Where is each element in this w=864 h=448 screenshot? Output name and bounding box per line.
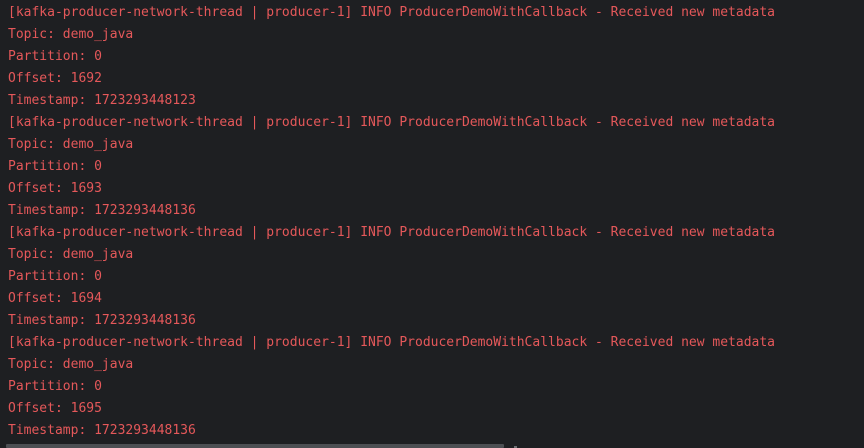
log-line-header: [kafka-producer-network-thread | produce… bbox=[8, 335, 776, 350]
log-line-timestamp: Timestamp: 1723293448136 bbox=[8, 203, 196, 218]
log-line-timestamp: Timestamp: 1723293448136 bbox=[8, 423, 196, 438]
log-line-topic: Topic: demo_java bbox=[8, 357, 134, 372]
log-line-offset: Offset: 1694 bbox=[8, 291, 102, 306]
horizontal-scrollbar[interactable] bbox=[6, 444, 504, 448]
log-line-partition: Partition: 0 bbox=[8, 159, 102, 174]
log-line-offset: Offset: 1692 bbox=[8, 71, 102, 86]
log-line-topic: Topic: demo_java bbox=[8, 247, 134, 262]
log-line-offset: Offset: 1693 bbox=[8, 181, 102, 196]
log-line-header: [kafka-producer-network-thread | produce… bbox=[8, 115, 776, 130]
log-line-header: [kafka-producer-network-thread | produce… bbox=[8, 5, 776, 20]
log-line-timestamp: Timestamp: 1723293448123 bbox=[8, 93, 196, 108]
log-line-topic: Topic: demo_java bbox=[8, 27, 134, 42]
log-line-partition: Partition: 0 bbox=[8, 269, 102, 284]
console-log: [kafka-producer-network-thread | produce… bbox=[8, 2, 864, 442]
log-line-partition: Partition: 0 bbox=[8, 49, 102, 64]
console-output-panel[interactable]: [kafka-producer-network-thread | produce… bbox=[0, 0, 864, 448]
log-line-partition: Partition: 0 bbox=[8, 379, 102, 394]
log-line-timestamp: Timestamp: 1723293448136 bbox=[8, 313, 196, 328]
log-line-offset: Offset: 1695 bbox=[8, 401, 102, 416]
log-line-header: [kafka-producer-network-thread | produce… bbox=[8, 225, 776, 240]
log-line-topic: Topic: demo_java bbox=[8, 137, 134, 152]
